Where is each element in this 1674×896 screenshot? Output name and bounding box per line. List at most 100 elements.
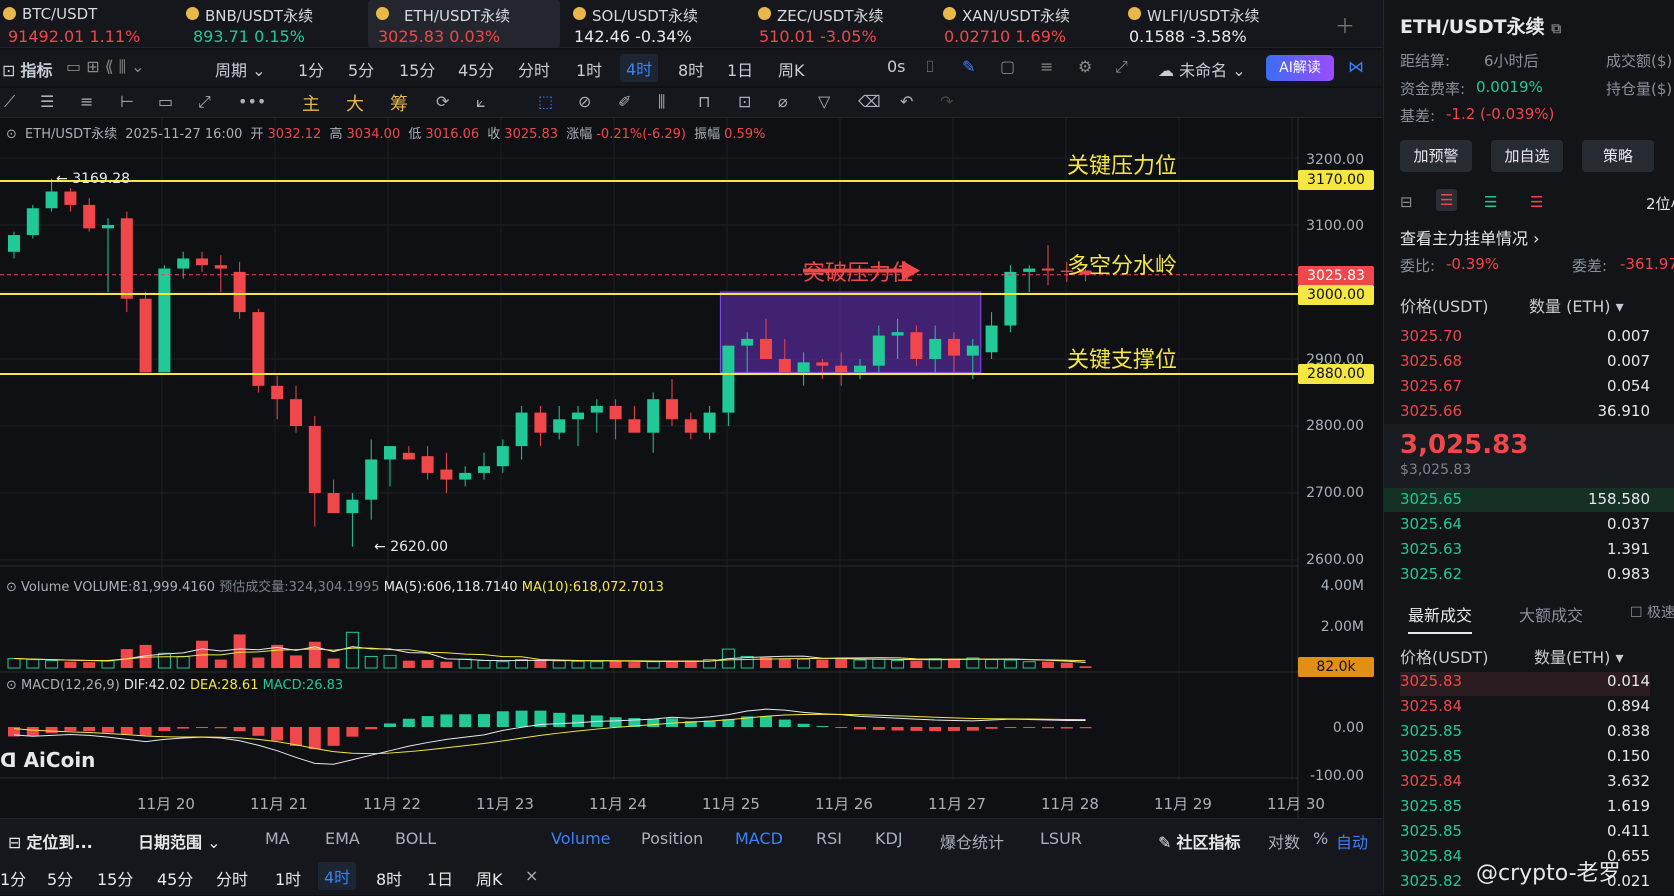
auto-toggle[interactable]: 自动	[1336, 829, 1368, 853]
bottom-interval-timeshare[interactable]: 分时	[216, 866, 248, 890]
lock-icon[interactable]: ⊓	[698, 92, 710, 111]
hline-icon[interactable]: ⊢	[120, 92, 134, 111]
interval-1h[interactable]: 1时	[576, 57, 602, 81]
community-button[interactable]: ✎ 社区指标	[1158, 829, 1241, 853]
list-icon[interactable]: ≡	[1040, 57, 1053, 76]
depth-precision[interactable]: 2位小	[1646, 193, 1674, 214]
bottom-interval-15m[interactable]: 15分	[97, 866, 133, 890]
bid-row[interactable]: 3025.64 0.037	[1400, 515, 1650, 539]
bid-row[interactable]: 3025.62 0.983	[1400, 565, 1650, 589]
period-dropdown[interactable]: 周期 ⌄	[215, 57, 266, 81]
trash-icon[interactable]: ⌫	[858, 92, 881, 111]
indicator-position[interactable]: Position	[641, 829, 703, 848]
bottom-interval-45m[interactable]: 45分	[157, 866, 193, 890]
brush-icon[interactable]: ✐	[618, 92, 631, 111]
depth-both-icon[interactable]: ☰	[1436, 189, 1458, 211]
indicator-liquidation[interactable]: 爆仓统计	[940, 829, 1004, 853]
pencil-icon[interactable]: ✎	[962, 57, 975, 76]
divide-line[interactable]	[0, 293, 1298, 295]
camera-icon[interactable]: ⌷	[925, 57, 935, 77]
interval-15m[interactable]: 15分	[399, 57, 435, 81]
main-force-button[interactable]: 主	[302, 90, 320, 116]
qty-header[interactable]: 数量 (ETH) ▾	[1529, 293, 1624, 317]
bottom-interval-1d[interactable]: 1日	[427, 866, 453, 890]
collapse-icon[interactable]: ⊙	[6, 127, 17, 142]
add-ticker-icon[interactable]: ＋	[1335, 10, 1355, 39]
pattern-icon[interactable]: ⫼	[658, 92, 665, 112]
ray-icon[interactable]: ⤢	[198, 92, 211, 112]
bottom-interval-8h[interactable]: 8时	[376, 866, 402, 890]
trade-qty-header[interactable]: 数量(ETH) ▾	[1534, 644, 1624, 668]
ai-analysis-button[interactable]: AI解读	[1266, 55, 1334, 81]
bid-row[interactable]: 3025.65 158.580	[1400, 490, 1650, 514]
interval-1d[interactable]: 1日	[727, 57, 753, 81]
share-icon[interactable]: ⋈	[1348, 57, 1364, 76]
indicator-rsi[interactable]: RSI	[816, 829, 842, 848]
bottom-interval-1h[interactable]: 1时	[275, 866, 301, 890]
main-orders-link[interactable]: 查看主力挂单情况 ›	[1400, 225, 1540, 249]
indicator-kdj[interactable]: KDJ	[875, 829, 903, 848]
more-icon[interactable]: •••	[238, 92, 266, 111]
trendline-icon[interactable]: ⟋	[4, 92, 15, 112]
hlines-icon[interactable]: ☰	[40, 92, 54, 111]
measure-icon[interactable]: ⟀	[476, 92, 486, 112]
ticker-eth[interactable]: ETH/USDT永续 3025.83 0.03%	[368, 0, 560, 48]
settings-icon[interactable]: ⚙	[1078, 57, 1092, 76]
rect-icon[interactable]: ▭	[158, 92, 173, 111]
ticker-btc[interactable]: BTC/USDT 91492.01 1.11%	[0, 0, 160, 48]
chip-button[interactable]: 筹	[390, 90, 408, 116]
cursor-icon[interactable]: ⬚	[538, 92, 553, 111]
percent-toggle[interactable]: %	[1313, 829, 1328, 848]
daterange-button[interactable]: 日期范围 ⌄	[138, 829, 221, 853]
depth-mode-icon[interactable]: ⊟	[1400, 193, 1413, 211]
fast-toggle[interactable]: ☐ 极速	[1630, 602, 1674, 622]
filter-icon[interactable]: ▽	[818, 92, 830, 111]
depth-bids-icon[interactable]: ☰	[1484, 193, 1497, 211]
redo-icon[interactable]: ↷	[940, 92, 953, 111]
indicator-volume[interactable]: Volume	[551, 829, 611, 848]
collapse-icon[interactable]: ⊙	[6, 678, 17, 693]
ticker-wlfi[interactable]: WLFI/USDT永续 0.1588 -3.58%	[1125, 0, 1315, 48]
tab-latest-trades[interactable]: 最新成交	[1408, 602, 1473, 634]
favorite-button[interactable]: 加自选	[1491, 140, 1563, 172]
interval-4h[interactable]: 4时	[620, 54, 659, 82]
ticker-zec[interactable]: ZEC/USDT永续 510.01 -3.05%	[755, 0, 925, 48]
ticker-bnb[interactable]: BNB/USDT永续 893.71 0.15%	[183, 0, 353, 48]
bottom-interval-4h[interactable]: 4时	[318, 862, 357, 890]
bottom-interval-weekly[interactable]: 周K	[476, 866, 503, 890]
ask-row[interactable]: 3025.70 0.007	[1400, 327, 1650, 351]
ask-row[interactable]: 3025.66 36.910	[1400, 402, 1650, 426]
kline-chart[interactable]	[0, 118, 1383, 818]
indicator-boll[interactable]: BOLL	[395, 829, 436, 848]
big-order-button[interactable]: 大	[346, 90, 364, 116]
alert-button[interactable]: 加预警	[1400, 140, 1472, 172]
ticker-sol[interactable]: SOL/USDT永续 142.46 -0.34%	[570, 0, 740, 48]
interval-8h[interactable]: 8时	[678, 57, 704, 81]
undo-icon[interactable]: ↶	[900, 92, 913, 111]
indicator-button[interactable]: ⊡ 指标	[2, 57, 53, 81]
depth-asks-icon[interactable]: ☰	[1530, 193, 1543, 211]
copy-icon[interactable]: ⧉	[1551, 21, 1561, 37]
interval-45m[interactable]: 45分	[458, 57, 494, 81]
interval-weekly[interactable]: 周K	[778, 57, 805, 81]
layout-name-dropdown[interactable]: ☁ 未命名 ⌄	[1158, 57, 1246, 81]
comment-icon[interactable]: ▢	[1000, 57, 1015, 76]
ask-row[interactable]: 3025.68 0.007	[1400, 352, 1650, 376]
collapse-icon[interactable]: ⊙	[6, 580, 17, 595]
locate-button[interactable]: ⊟ 定位到...	[8, 829, 93, 853]
bid-row[interactable]: 3025.63 1.391	[1400, 540, 1650, 564]
refresh-icon[interactable]: ⟳	[436, 92, 449, 111]
ticker-xan[interactable]: XAN/USDT永续 0.02710 1.69%	[940, 0, 1110, 48]
ask-row[interactable]: 3025.67 0.054	[1400, 377, 1650, 401]
indicator-ma[interactable]: MA	[265, 829, 290, 848]
log-toggle[interactable]: 对数	[1268, 829, 1300, 853]
indicator-ema[interactable]: EMA	[325, 829, 360, 848]
parallel-icon[interactable]: ≡	[80, 92, 93, 111]
interval-timeshare[interactable]: 分时	[518, 57, 550, 81]
interval-1m[interactable]: 1分	[298, 57, 324, 81]
ruler-icon[interactable]: ⊘	[578, 92, 591, 111]
visibility-icon[interactable]: ⊡	[738, 92, 751, 111]
strategy-button[interactable]: 策略	[1582, 140, 1654, 172]
fullscreen-icon[interactable]: ⤢	[1115, 57, 1128, 77]
magnet-icon[interactable]: ⌀	[778, 92, 788, 111]
